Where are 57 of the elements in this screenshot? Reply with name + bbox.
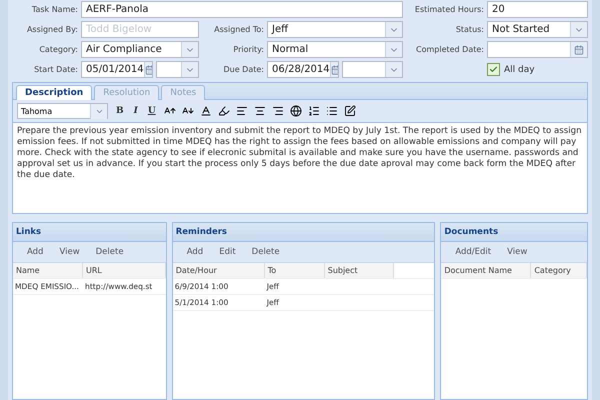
toolbar-button[interactable]: Edit	[213, 245, 242, 259]
panel-title: Reminders	[172, 223, 434, 242]
calendar-icon	[574, 44, 584, 54]
format-button[interactable]: B	[114, 106, 126, 116]
column-header[interactable]: URL	[83, 263, 166, 278]
toolbar-button[interactable]: Add	[21, 245, 50, 259]
column-header[interactable]: Document Name	[441, 263, 532, 278]
checkbox[interactable]	[487, 63, 500, 76]
date-field[interactable]: 05/01/2014	[81, 61, 153, 78]
text-field[interactable]: AERF-Panola	[81, 1, 403, 18]
toolbar-button[interactable]: Add	[180, 245, 210, 259]
field-label: Estimated Hours:	[414, 5, 484, 14]
date-field[interactable]: 06/28/2014	[267, 61, 339, 78]
field-label: Assigned To:	[213, 25, 264, 34]
column-header[interactable]: Category	[531, 263, 587, 278]
toolbar-button[interactable]: Add/Edit	[449, 245, 498, 259]
font-select[interactable]: Tahoma	[17, 103, 108, 119]
field-label: Completed Date:	[415, 45, 484, 54]
calendar-icon	[330, 64, 338, 74]
description-text[interactable]: Prepare the previous year emission inventory and submit the report to MDEQ by July 1st. The report is used by the MDEQ to assign emission fees. If not submitted in time MDEQ has the right to assign the fees based on allowable emissions and company will pay more. Check with the state agency to see if elecronic submital is available and make sure you have the username. passwords and approval set us in advance. If you start the process only 5 days before the due date aproval may come back form the MDEQ after the due date.	[13, 123, 587, 184]
select-field[interactable]: Air Compliance	[81, 41, 199, 58]
toolbar-button[interactable]: View	[53, 245, 86, 259]
toolbar-button[interactable]: Delete	[246, 245, 286, 259]
align-left-icon[interactable]	[236, 105, 248, 117]
field-label: Category:	[38, 45, 78, 54]
column-header[interactable]: Date/Hour	[172, 263, 265, 278]
globe-icon[interactable]	[290, 105, 302, 117]
column-header[interactable]: Subject	[324, 263, 394, 278]
calendar-icon	[144, 64, 152, 74]
check-icon	[489, 65, 498, 74]
align-right-icon[interactable]	[272, 105, 284, 117]
panel-title: Links	[13, 223, 166, 242]
panel-title: Documents	[441, 223, 587, 242]
align-center-icon[interactable]	[254, 105, 266, 117]
select-field[interactable]: Jeff	[267, 21, 403, 38]
tab[interactable]: Description	[16, 85, 92, 100]
field-label: Priority:	[232, 45, 264, 54]
highlighter-icon[interactable]	[218, 105, 230, 117]
format-button[interactable]: U	[146, 106, 158, 116]
field-label: Assigned By:	[26, 25, 78, 34]
numbered-list-icon[interactable]	[308, 105, 320, 117]
field-label: Status:	[454, 25, 484, 34]
select-field[interactable]: Not Started	[487, 21, 588, 38]
column-header[interactable]: To	[264, 263, 325, 278]
select-field[interactable]: Normal	[267, 41, 403, 58]
field-label: Task Name:	[30, 5, 78, 14]
date-field[interactable]	[487, 41, 588, 58]
field-label: Start Date:	[33, 65, 78, 74]
field-label: Due Date:	[222, 65, 264, 74]
toolbar-button[interactable]: Delete	[90, 245, 130, 259]
column-header[interactable]: Name	[13, 263, 83, 278]
format-button[interactable]: I	[132, 106, 140, 116]
checkbox-label: All day	[504, 64, 535, 74]
font-color-icon[interactable]	[200, 105, 212, 117]
text-field[interactable]: 20	[487, 1, 588, 18]
edit-source-icon[interactable]	[344, 105, 356, 117]
toolbar-button[interactable]: View	[501, 245, 534, 259]
